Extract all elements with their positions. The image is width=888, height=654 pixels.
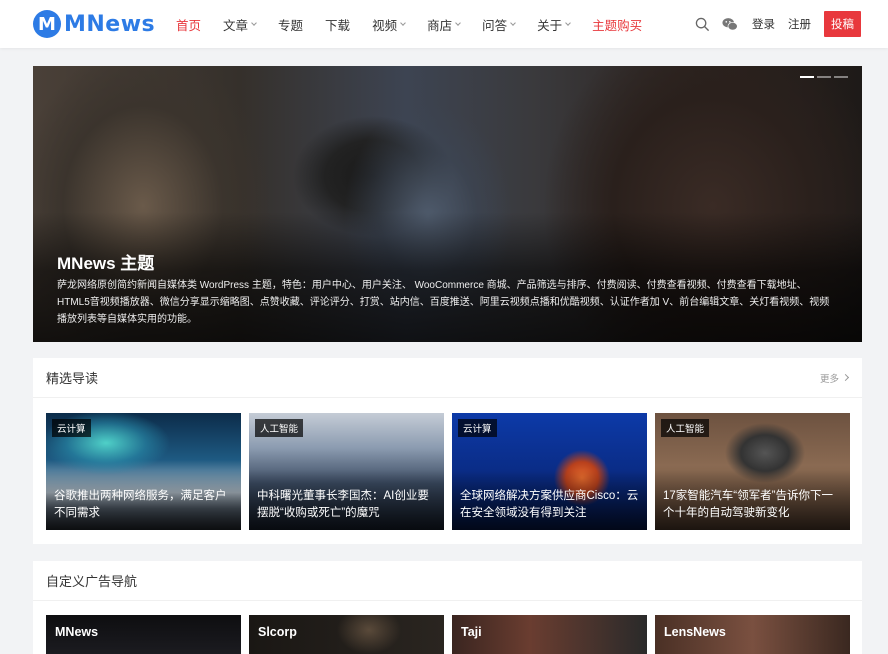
slider-dot[interactable] bbox=[817, 76, 831, 78]
ad-title[interactable]: Slcorp bbox=[258, 625, 297, 639]
section-header: 自定义广告导航 bbox=[33, 561, 862, 601]
nav-item-shop[interactable]: 商店 bbox=[427, 15, 461, 34]
section-title: 精选导读 bbox=[46, 371, 99, 386]
featured-card[interactable]: 人工智能 中科曙光董事长李国杰：AI创业要摆脱“收购或死亡”的魔咒 bbox=[249, 413, 444, 530]
hero-description: 萨龙网络原创简约新闻自媒体类 WordPress 主题，特色：用户中心、用户关注… bbox=[57, 280, 830, 325]
slider-pagination bbox=[797, 76, 848, 78]
chevron-down-icon bbox=[565, 19, 571, 26]
card-title[interactable]: 全球网络解决方案供应商Cisco：云在安全领域没有得到关注 bbox=[460, 488, 641, 522]
card-title[interactable]: 中科曙光董事长李国杰：AI创业要摆脱“收购或死亡”的魔咒 bbox=[257, 488, 438, 522]
nav-item-buy-theme[interactable]: 主题购买 bbox=[592, 15, 642, 34]
ad-title[interactable]: Taji bbox=[461, 625, 482, 639]
chevron-down-icon bbox=[251, 19, 257, 26]
wechat-icon[interactable] bbox=[722, 16, 738, 32]
featured-card[interactable]: 云计算 全球网络解决方案供应商Cisco：云在安全领域没有得到关注 bbox=[452, 413, 647, 530]
nav-item-topics[interactable]: 专题 bbox=[278, 15, 303, 34]
nav-label: 文章 bbox=[223, 18, 249, 33]
nav-item-videos[interactable]: 视频 bbox=[372, 15, 406, 34]
nav-item-about[interactable]: 关于 bbox=[537, 15, 571, 34]
nav-label: 视频 bbox=[372, 18, 398, 33]
featured-card[interactable]: 云计算 谷歌推出两种网络服务，满足客户不同需求 bbox=[46, 413, 241, 530]
search-icon[interactable] bbox=[694, 16, 710, 32]
nav-item-downloads[interactable]: 下载 bbox=[325, 15, 350, 34]
chevron-down-icon bbox=[510, 19, 516, 26]
site-header: M MNews 首页 文章 专题 下载 视频 商店 问答 关于 主题购买 登录 … bbox=[0, 0, 888, 48]
logo-text: MNews bbox=[64, 11, 156, 37]
logo-mark: M bbox=[33, 10, 61, 38]
header-actions: 登录 注册 投稿 bbox=[694, 0, 861, 48]
nav-label: 首页 bbox=[176, 18, 202, 33]
nav-label: 专题 bbox=[278, 18, 304, 33]
hero-slider[interactable]: MNews 主题 萨龙网络原创简约新闻自媒体类 WordPress 主题，特色：… bbox=[33, 66, 862, 342]
ad-title[interactable]: LensNews bbox=[664, 625, 726, 639]
site-logo[interactable]: M MNews bbox=[33, 9, 155, 39]
nav-label: 主题购买 bbox=[592, 18, 643, 33]
ad-card[interactable]: MNews bbox=[46, 615, 241, 654]
more-label: 更多 bbox=[819, 373, 839, 385]
featured-cards: 云计算 谷歌推出两种网络服务，满足客户不同需求 人工智能 中科曙光董事长李国杰：… bbox=[46, 413, 850, 530]
submit-post-button[interactable]: 投稿 bbox=[824, 11, 861, 37]
nav-item-articles[interactable]: 文章 bbox=[223, 15, 257, 34]
ad-title[interactable]: MNews bbox=[55, 625, 98, 639]
nav-label: 问答 bbox=[482, 18, 508, 33]
nav-item-home[interactable]: 首页 bbox=[176, 15, 201, 34]
nav-label: 下载 bbox=[325, 18, 351, 33]
category-tag[interactable]: 云计算 bbox=[458, 419, 497, 437]
featured-card[interactable]: 人工智能 17家智能汽车“领军者”告诉你下一个十年的自动驾驶新变化 bbox=[655, 413, 850, 530]
card-title[interactable]: 谷歌推出两种网络服务，满足客户不同需求 bbox=[54, 488, 235, 522]
category-tag[interactable]: 人工智能 bbox=[661, 419, 710, 437]
category-tag[interactable]: 人工智能 bbox=[255, 419, 304, 437]
ad-card[interactable]: Taji bbox=[452, 615, 647, 654]
card-title[interactable]: 17家智能汽车“领军者”告诉你下一个十年的自动驾驶新变化 bbox=[663, 488, 844, 522]
chevron-down-icon bbox=[455, 19, 461, 26]
featured-section: 精选导读 更多 云计算 谷歌推出两种网络服务，满足客户不同需求 人工智能 中科曙… bbox=[33, 358, 862, 544]
chevron-down-icon bbox=[400, 19, 406, 26]
nav-item-qa[interactable]: 问答 bbox=[482, 15, 516, 34]
slider-dot[interactable] bbox=[834, 76, 848, 78]
nav-label: 商店 bbox=[427, 18, 453, 33]
ad-card[interactable]: LensNews bbox=[655, 615, 850, 654]
more-link[interactable]: 更多 bbox=[819, 371, 850, 385]
slider-dot[interactable] bbox=[800, 76, 814, 78]
chevron-right-icon bbox=[841, 373, 850, 382]
main-nav: 首页 文章 专题 下载 视频 商店 问答 关于 主题购买 bbox=[176, 0, 664, 48]
ad-cards: MNews Slcorp Taji LensNews bbox=[46, 615, 850, 654]
section-header: 精选导读 更多 bbox=[33, 358, 862, 398]
login-link[interactable]: 登录 bbox=[752, 16, 775, 32]
section-title: 自定义广告导航 bbox=[46, 574, 138, 589]
ad-card[interactable]: Slcorp bbox=[249, 615, 444, 654]
category-tag[interactable]: 云计算 bbox=[52, 419, 91, 437]
register-link[interactable]: 注册 bbox=[788, 16, 811, 32]
hero-title[interactable]: MNews 主题 bbox=[57, 249, 154, 274]
nav-label: 关于 bbox=[537, 18, 563, 33]
ad-nav-section: 自定义广告导航 MNews Slcorp Taji LensNews bbox=[33, 561, 862, 654]
